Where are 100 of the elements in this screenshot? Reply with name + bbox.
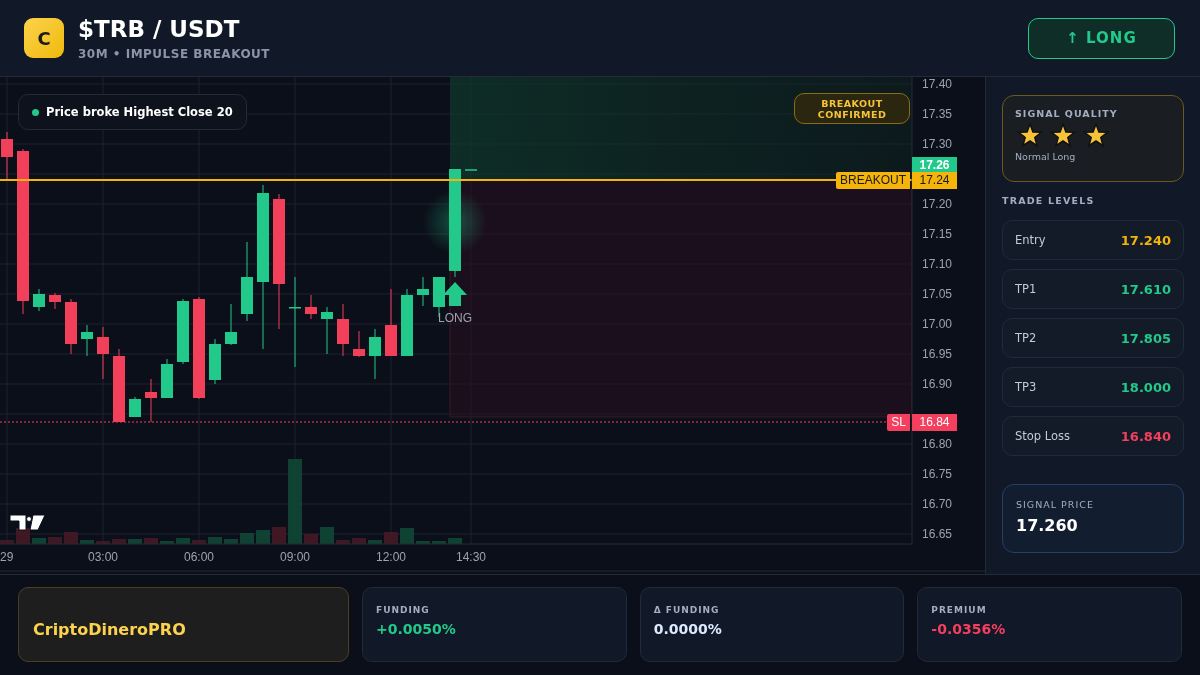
strategy-subtitle: 30M • IMPULSE BREAKOUT (78, 47, 272, 61)
breakout-badge: BREAKOUT CONFIRMED (794, 93, 910, 124)
volume-bar (432, 541, 446, 544)
price-axis-label: 17.15 (922, 227, 953, 241)
volume-bar (64, 532, 78, 544)
status-dot-icon (32, 108, 39, 116)
volume-bar (400, 528, 414, 544)
volume-bar (224, 539, 238, 544)
price-axis-label: 17.10 (922, 257, 953, 271)
candle (97, 326, 109, 380)
volume-bar (352, 538, 366, 544)
level-label: Entry (1015, 233, 1046, 247)
time-axis-label: 09:00 (280, 550, 310, 564)
candle (209, 338, 221, 385)
volume-bar (208, 537, 222, 544)
long-button[interactable]: ↑ LONG (1028, 17, 1175, 59)
candle (385, 288, 397, 357)
volume-bar (128, 539, 142, 544)
candle (33, 288, 45, 312)
level-value: 17.240 (1120, 232, 1171, 248)
card-heading: SIGNAL PRICE (1016, 499, 1095, 510)
time-axis-label: 12:00 (376, 550, 406, 564)
volume-bar (80, 540, 94, 544)
price-axis-label: 16.70 (922, 497, 953, 511)
pair-title: $TRB / USDT (78, 15, 241, 43)
time-axis-label: 06:00 (184, 550, 214, 564)
price-axis-label: 17.40 (922, 77, 953, 91)
volume-bar (144, 538, 158, 544)
logo-badge: C (24, 18, 64, 58)
volume-bar (96, 541, 110, 544)
star-icon (1048, 123, 1078, 150)
volume-bar (160, 541, 174, 544)
level-label: Stop Loss (1015, 429, 1071, 443)
price-axis-label: 17.05 (922, 287, 953, 301)
price-tick (464, 169, 478, 171)
level-label: TP1 (1015, 282, 1037, 296)
signal-price-value: 17.260 (1016, 516, 1079, 535)
volume-bar (336, 540, 350, 544)
volume-bar (112, 539, 126, 544)
volume-bar (192, 540, 206, 544)
stat-value: 0.0000% (653, 621, 723, 637)
candle (177, 298, 189, 365)
time-axis-label: 14:30 (456, 550, 486, 564)
level-value: 16.840 (1120, 428, 1171, 444)
stat-value: -0.0356% (931, 621, 1007, 637)
price-axis-label: 16.95 (922, 347, 953, 361)
logo-icon (9, 514, 46, 531)
section-heading: TRADE LEVELS (1002, 195, 1096, 206)
price-tag: 16.84 (912, 414, 957, 431)
candle (305, 294, 317, 320)
price-axis-label: 17.20 (922, 197, 953, 211)
legend-text: Price broke Highest Close 20 (46, 105, 233, 119)
price-axis-label: 17.00 (922, 317, 953, 331)
volume-bar (304, 534, 318, 544)
brand-name: CriptoDineroPRO (33, 620, 186, 639)
price-axis-label: 16.65 (922, 527, 953, 541)
candle (65, 298, 77, 355)
candle (225, 303, 237, 346)
candle (81, 324, 93, 357)
volume-bar (0, 540, 14, 544)
candle (417, 276, 429, 307)
candle (321, 306, 333, 355)
price-axis-label: 16.75 (922, 467, 953, 481)
card-heading: SIGNAL QUALITY (1015, 108, 1119, 119)
level-label: TP3 (1015, 380, 1037, 394)
volume-bar (240, 533, 254, 544)
price-axis-label: 17.35 (922, 107, 953, 121)
time-axis-label: 29 (0, 550, 14, 564)
candle (353, 330, 365, 358)
stop-loss-tag: SL (887, 414, 910, 431)
volume-bar (176, 538, 190, 544)
level-value: 17.805 (1120, 330, 1171, 346)
candle (49, 292, 61, 310)
price-axis-label: 16.90 (922, 377, 953, 391)
time-axis-label: 03:00 (88, 550, 118, 564)
level-tag: BREAKOUT (836, 172, 910, 189)
stat-label: PREMIUM (931, 605, 988, 615)
stat-label: FUNDING (376, 605, 431, 615)
candle (337, 303, 349, 357)
level-value: 17.610 (1120, 281, 1171, 297)
price-axis-label: 16.80 (922, 437, 953, 451)
candle (145, 378, 157, 423)
candle (1, 131, 13, 180)
volume-bar (48, 537, 62, 544)
candle (129, 396, 141, 418)
volume-bar (32, 538, 46, 544)
volume-bar (368, 540, 382, 544)
price-tag: 17.24 (912, 172, 957, 189)
signal-label: LONG (438, 311, 472, 325)
long-arrow-icon (443, 282, 467, 306)
volume-bar (448, 538, 462, 544)
level-label: TP2 (1015, 331, 1037, 345)
volume-bar (384, 532, 398, 544)
stat-label: Δ FUNDING (653, 605, 721, 615)
volume-bar (416, 541, 430, 544)
price-axis-label: 17.30 (922, 137, 953, 151)
stat-value: +0.0050% (376, 621, 457, 637)
candle (369, 328, 381, 380)
candle (161, 358, 173, 399)
star-icon (1081, 123, 1111, 150)
